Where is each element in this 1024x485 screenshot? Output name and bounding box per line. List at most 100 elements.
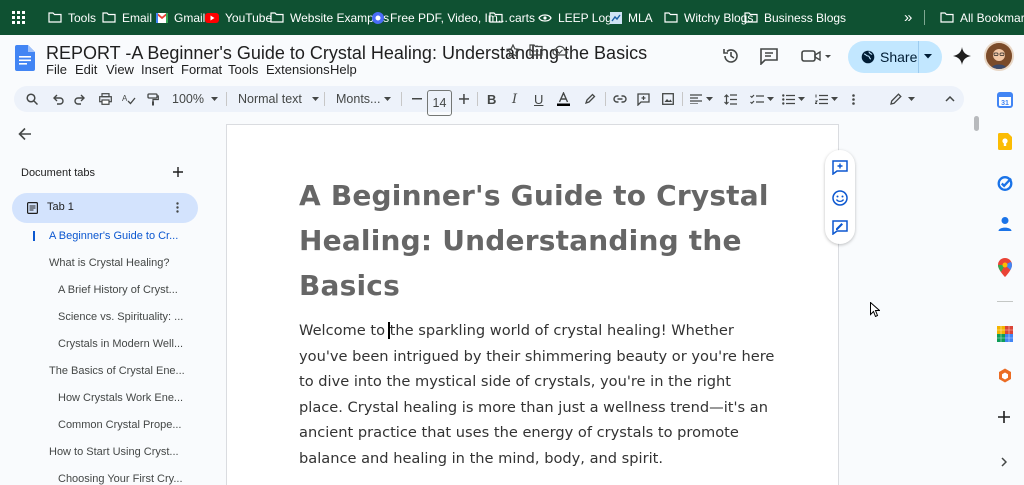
bookmark-label: YouTube xyxy=(225,10,273,25)
comments-icon[interactable] xyxy=(760,48,778,65)
menu-format[interactable]: Format xyxy=(181,62,222,77)
bookmark-gmail[interactable]: Gmail xyxy=(156,0,205,35)
numbered-list-select[interactable] xyxy=(815,86,838,112)
redo-icon[interactable] xyxy=(74,86,86,112)
apps-grid-icon[interactable] xyxy=(12,0,25,35)
italic-icon[interactable]: I xyxy=(512,86,517,112)
share-button[interactable]: Share xyxy=(848,41,942,73)
contacts-icon[interactable] xyxy=(998,216,1012,232)
back-arrow-icon[interactable] xyxy=(18,127,32,141)
bookmark-carts[interactable]: carts xyxy=(489,0,535,35)
folder-icon xyxy=(940,12,954,23)
add-comment-icon[interactable] xyxy=(637,86,650,112)
bookmark-leep-login[interactable]: LEEP Login xyxy=(538,0,621,35)
collapse-menus-icon[interactable] xyxy=(945,86,955,112)
menu-extensions[interactable]: Extensions xyxy=(266,62,330,77)
document-body-paragraph[interactable]: Welcome to the sparkling world of crysta… xyxy=(299,318,779,471)
outline-item-beginners-guide[interactable]: A Beginner's Guide to Cr... xyxy=(49,230,178,242)
docs-logo-icon[interactable] xyxy=(15,45,35,71)
underline-icon[interactable]: U xyxy=(534,86,543,112)
avatar[interactable] xyxy=(984,41,1014,71)
expand-side-panel-icon[interactable] xyxy=(1001,457,1007,467)
meet-video-icon[interactable] xyxy=(801,49,833,63)
menu-file[interactable]: File xyxy=(46,62,67,77)
increase-font-size-icon[interactable] xyxy=(459,86,469,112)
cloud-status-icon[interactable] xyxy=(552,44,568,56)
get-addons-icon[interactable] xyxy=(998,411,1010,423)
menu-insert[interactable]: Insert xyxy=(141,62,174,77)
add-comment-icon[interactable] xyxy=(832,160,848,175)
insert-link-icon[interactable] xyxy=(613,86,627,112)
scrollbar-thumb[interactable] xyxy=(974,116,979,131)
outline-item-choosing-first-crystal[interactable]: Choosing Your First Cry... xyxy=(58,473,183,485)
bold-icon[interactable]: B xyxy=(487,86,496,112)
menu-tools[interactable]: Tools xyxy=(228,62,258,77)
document-page[interactable]: A Beginner's Guide to Crystal Healing: U… xyxy=(226,124,839,485)
addon-app-icon[interactable] xyxy=(997,326,1013,342)
bulleted-list-select[interactable] xyxy=(782,86,805,112)
font-size-input[interactable]: 14 xyxy=(427,90,452,116)
tab-options-icon[interactable] xyxy=(176,202,179,213)
chevron-down-icon xyxy=(311,97,319,101)
font-family-select[interactable]: Monts... xyxy=(336,86,392,112)
paint-format-icon[interactable] xyxy=(147,86,159,112)
highlight-icon[interactable] xyxy=(584,86,596,112)
zoom-select[interactable]: 100% xyxy=(172,86,218,112)
decrease-font-size-icon[interactable] xyxy=(412,86,422,112)
bookmark-label: Email xyxy=(122,10,153,25)
outline-item-what-is-crystal-healing[interactable]: What is Crystal Healing? xyxy=(49,257,169,269)
line-spacing-icon[interactable] xyxy=(724,86,737,112)
star-icon[interactable] xyxy=(506,44,520,58)
text-color-icon[interactable] xyxy=(557,86,570,112)
add-emoji-reaction-icon[interactable] xyxy=(832,190,848,206)
folder-icon xyxy=(270,12,284,23)
bookmark-mla[interactable]: MLA xyxy=(610,0,653,35)
outline-item-how-crystals-work[interactable]: How Crystals Work Ene... xyxy=(58,392,183,404)
menu-edit[interactable]: Edit xyxy=(75,62,97,77)
tab-document-icon xyxy=(27,202,38,214)
paragraph-style-select[interactable]: Normal text xyxy=(238,86,319,112)
more-options-icon[interactable] xyxy=(852,86,855,112)
bookmark-email[interactable]: Email xyxy=(102,0,152,35)
menu-view[interactable]: View xyxy=(106,62,134,77)
gemini-icon[interactable] xyxy=(953,47,971,65)
suggest-edits-icon[interactable] xyxy=(832,220,848,235)
formatting-toolbar: A 100% Normal text Monts... 14 B I U xyxy=(14,86,964,116)
editing-mode-select[interactable] xyxy=(890,86,915,112)
undo-icon[interactable] xyxy=(52,86,64,112)
keep-icon[interactable] xyxy=(998,133,1012,150)
add-tab-icon[interactable] xyxy=(173,167,183,177)
bookmark-tools[interactable]: Tools xyxy=(48,0,96,35)
outline-item-common-properties[interactable]: Common Crystal Prope... xyxy=(58,419,181,431)
bookmark-label: Witchy Blogs xyxy=(684,10,754,25)
bookmark-business-blogs[interactable]: Business Blogs xyxy=(744,0,846,35)
share-dropdown-icon[interactable] xyxy=(924,54,932,59)
calendar-icon[interactable]: 31 xyxy=(997,92,1013,108)
outline-item-crystals-modern-wellness[interactable]: Crystals in Modern Well... xyxy=(58,338,183,350)
bookmark-witchy-blogs[interactable]: Witchy Blogs xyxy=(664,0,753,35)
spellcheck-icon[interactable]: A xyxy=(122,86,136,112)
toolbar-divider xyxy=(324,92,325,106)
menu-help[interactable]: Help xyxy=(330,62,357,77)
outline-item-basics-crystal-energy[interactable]: The Basics of Crystal Ene... xyxy=(49,365,185,377)
bookmark-label: Gmail xyxy=(174,10,206,25)
insert-image-icon[interactable] xyxy=(662,86,674,112)
bookmark-free-pdf[interactable]: Free PDF, Video, Im... xyxy=(372,0,508,35)
tasks-icon[interactable] xyxy=(997,175,1013,191)
version-history-icon[interactable] xyxy=(722,47,740,65)
document-heading[interactable]: A Beginner's Guide to Crystal Healing: U… xyxy=(299,173,769,308)
print-icon[interactable] xyxy=(99,86,112,112)
outline-item-science-vs-spirituality[interactable]: Science vs. Spirituality: ... xyxy=(58,311,183,323)
checklist-select[interactable] xyxy=(750,86,774,112)
outline-item-how-to-start[interactable]: How to Start Using Cryst... xyxy=(49,446,179,458)
all-bookmarks-button[interactable]: All Bookmarks xyxy=(940,0,1024,35)
outline-item-brief-history[interactable]: A Brief History of Cryst... xyxy=(58,284,178,296)
bookmarks-overflow-button[interactable]: » xyxy=(904,0,912,35)
move-folder-icon[interactable] xyxy=(529,44,543,56)
maps-icon[interactable] xyxy=(998,258,1012,277)
tab-1[interactable]: Tab 1 xyxy=(12,193,198,223)
office-addon-icon[interactable] xyxy=(998,368,1012,383)
bookmark-youtube[interactable]: YouTube xyxy=(205,0,272,35)
align-select[interactable] xyxy=(690,86,713,112)
search-menus-icon[interactable] xyxy=(26,86,38,112)
